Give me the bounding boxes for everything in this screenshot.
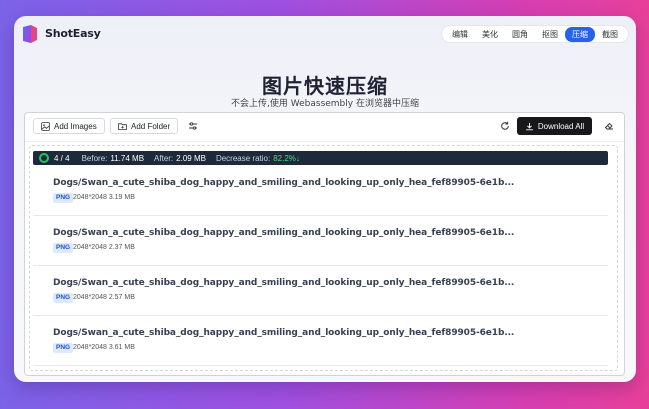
add-folder-button[interactable]: Add Folder bbox=[110, 118, 179, 134]
nav-item-screenshot[interactable]: 截图 bbox=[595, 27, 625, 42]
file-meta: 2048*2048 3.61 MB bbox=[73, 344, 135, 351]
nav-item-rounded[interactable]: 圆角 bbox=[505, 27, 535, 42]
shoteasy-logo-icon bbox=[23, 25, 37, 43]
toolbar: Add Images Add Folder Download All bbox=[25, 113, 624, 142]
folder-icon bbox=[118, 122, 127, 130]
page-title: 图片快速压缩 bbox=[262, 74, 388, 98]
nav-item-edit[interactable]: 编辑 bbox=[445, 27, 475, 42]
file-type-badge: PNG bbox=[53, 193, 74, 203]
file-meta: 2048*2048 2.57 MB bbox=[73, 294, 135, 301]
file-row[interactable]: Dogs/Swan_a_cute_shiba_dog_happy_and_smi… bbox=[33, 265, 608, 316]
page-subtitle: 不会上传,使用 Webassembly 在浏览器中压缩 bbox=[231, 99, 419, 109]
after-label: After: bbox=[154, 153, 174, 163]
file-type-badge: PNG bbox=[53, 293, 74, 303]
app-window: ShotEasy 编辑 美化 圆角 抠图 压缩 截图 图片快速压缩 不会上传,使… bbox=[14, 16, 636, 382]
add-images-label: Add Images bbox=[54, 121, 97, 131]
brand-name: ShotEasy bbox=[45, 27, 101, 40]
images-icon bbox=[41, 121, 50, 131]
compress-panel: Add Images Add Folder Download All 4 / 4… bbox=[24, 112, 625, 376]
nav-item-cutout[interactable]: 抠图 bbox=[535, 27, 565, 42]
file-name: Dogs/Swan_a_cute_shiba_dog_happy_and_smi… bbox=[53, 178, 515, 188]
file-meta: 2048*2048 2.37 MB bbox=[73, 244, 135, 251]
add-images-button[interactable]: Add Images bbox=[33, 118, 105, 134]
download-all-button[interactable]: Download All bbox=[517, 117, 592, 135]
add-folder-label: Add Folder bbox=[131, 121, 171, 131]
nav-item-compress[interactable]: 压缩 bbox=[565, 26, 595, 42]
before-value: 11.74 MB bbox=[110, 153, 145, 163]
file-row[interactable]: Dogs/Swan_a_cute_shiba_dog_happy_and_smi… bbox=[33, 215, 608, 266]
file-name: Dogs/Swan_a_cute_shiba_dog_happy_and_smi… bbox=[53, 278, 515, 288]
file-meta: 2048*2048 3.19 MB bbox=[73, 194, 135, 201]
download-all-label: Download All bbox=[537, 121, 585, 131]
file-type-badge: PNG bbox=[53, 343, 74, 353]
nav-item-beautify[interactable]: 美化 bbox=[475, 27, 505, 42]
after-value: 2.09 MB bbox=[176, 153, 206, 163]
top-nav: 编辑 美化 圆角 抠图 压缩 截图 bbox=[442, 26, 628, 42]
ratio-value: 82.2%↓ bbox=[273, 153, 300, 163]
download-icon bbox=[525, 122, 533, 130]
file-name: Dogs/Swan_a_cute_shiba_dog_happy_and_smi… bbox=[53, 328, 515, 338]
file-type-badge: PNG bbox=[53, 243, 74, 253]
ratio-label: Decrease ratio: bbox=[215, 153, 271, 163]
status-bar: 4 / 4 Before: 11.74 MB After: 2.09 MB De… bbox=[33, 151, 608, 165]
before-label: Before: bbox=[81, 153, 108, 163]
eraser-icon[interactable] bbox=[602, 119, 616, 133]
file-row[interactable]: Dogs/Swan_a_cute_shiba_dog_happy_and_smi… bbox=[33, 165, 608, 216]
settings-sliders-icon[interactable] bbox=[186, 119, 200, 133]
file-row[interactable]: Dogs/Swan_a_cute_shiba_dog_happy_and_smi… bbox=[33, 315, 608, 366]
refresh-icon[interactable] bbox=[498, 119, 512, 133]
file-count: 4 / 4 bbox=[54, 153, 70, 163]
file-name: Dogs/Swan_a_cute_shiba_dog_happy_and_smi… bbox=[53, 228, 515, 238]
progress-ring-icon bbox=[39, 153, 49, 163]
